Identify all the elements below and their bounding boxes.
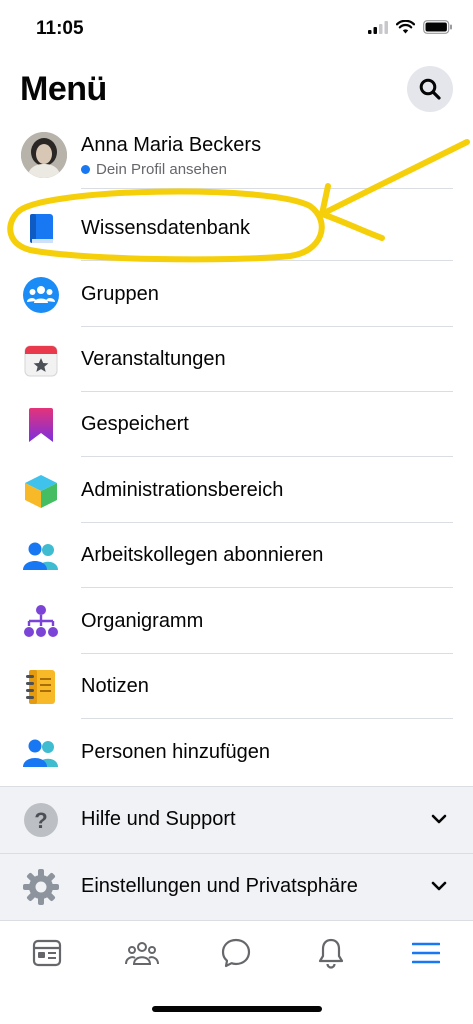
tab-chat[interactable]: [212, 931, 260, 975]
section-hilfe-und-support[interactable]: ? Hilfe und Support: [0, 786, 473, 853]
menu-item-label: Organigramm: [81, 610, 204, 632]
menu-item-label: Personen hinzufügen: [81, 741, 271, 763]
chevron-down-icon[interactable]: [429, 809, 449, 829]
page-title: Menü: [20, 70, 107, 108]
menu-item-label: Gruppen: [81, 283, 159, 305]
avatar: [21, 132, 67, 178]
profile-name: Anna Maria Beckers: [81, 134, 262, 156]
people-icon: [22, 537, 60, 575]
profile-subtitle[interactable]: Dein Profil ansehen: [81, 161, 227, 178]
menu-item-notizen[interactable]: Notizen: [0, 654, 473, 719]
menu-item-label: Gespeichert: [81, 413, 189, 435]
menu-item-veranstaltungen[interactable]: Veranstaltungen: [0, 327, 473, 392]
menu-item-label: Wissensdatenbank: [81, 217, 250, 239]
tab-groups[interactable]: [118, 931, 166, 975]
svg-text:?: ?: [34, 808, 47, 833]
status-time: 11:05: [36, 18, 84, 39]
status-bar: 11:05: [0, 0, 473, 56]
help-icon: ?: [22, 801, 60, 839]
menu-item-label: Notizen: [81, 675, 149, 697]
groups-icon: [22, 276, 60, 314]
menu-item-administrationsbereich[interactable]: Administrationsbereich: [0, 458, 473, 523]
tab-news-feed[interactable]: [23, 931, 71, 975]
divider: [81, 587, 453, 588]
home-indicator: [152, 1006, 322, 1012]
divider: [81, 188, 453, 189]
add-people-icon: [22, 734, 60, 772]
menu-item-wissensdatenbank[interactable]: Wissensdatenbank: [0, 196, 473, 261]
wifi-icon: [396, 20, 415, 34]
settings-icon: [22, 868, 60, 906]
signal-icon: [368, 20, 388, 34]
header: Menü: [0, 60, 473, 122]
menu-item-arbeitskollegen[interactable]: Arbeitskollegen abonnieren: [0, 523, 473, 588]
online-dot: [81, 165, 90, 174]
groups-tab-icon: [125, 942, 159, 965]
status-icons: [368, 20, 453, 34]
menu-item-organigramm[interactable]: Organigramm: [0, 589, 473, 654]
tab-bar: [0, 920, 473, 987]
menu-item-personen-hinzufuegen[interactable]: Personen hinzufügen: [0, 720, 473, 785]
cube-icon: [22, 472, 60, 510]
org-chart-icon: [22, 603, 60, 641]
menu-item-label: Veranstaltungen: [81, 348, 226, 370]
menu-icon: [412, 942, 440, 964]
search-icon: [419, 78, 441, 100]
divider: [81, 718, 453, 719]
bookmark-icon: [22, 406, 60, 444]
menu-item-label: Administrationsbereich: [81, 479, 284, 501]
divider: [81, 456, 453, 457]
search-button[interactable]: [407, 66, 453, 112]
menu-item-gruppen[interactable]: Gruppen: [0, 262, 473, 327]
chevron-down-icon[interactable]: [429, 876, 449, 896]
calendar-icon: [22, 341, 60, 379]
profile-row[interactable]: Anna Maria Beckers Dein Profil ansehen: [0, 126, 473, 188]
battery-icon: [423, 20, 452, 34]
menu-item-label: Arbeitskollegen abonnieren: [81, 544, 324, 566]
menu-item-gespeichert[interactable]: Gespeichert: [0, 392, 473, 457]
notes-icon: [22, 668, 60, 706]
book-icon: [22, 210, 60, 248]
view-profile-link[interactable]: Dein Profil ansehen: [96, 161, 227, 178]
notifications-icon: [318, 938, 344, 969]
section-label: Einstellungen und Privatsphäre: [81, 875, 358, 897]
section-einstellungen[interactable]: Einstellungen und Privatsphäre: [0, 853, 473, 920]
tab-menu[interactable]: [402, 931, 450, 975]
section-label: Hilfe und Support: [81, 808, 236, 830]
tab-notifications[interactable]: [307, 931, 355, 975]
divider: [81, 260, 453, 261]
news-feed-icon: [32, 939, 62, 967]
chat-icon: [221, 938, 251, 968]
